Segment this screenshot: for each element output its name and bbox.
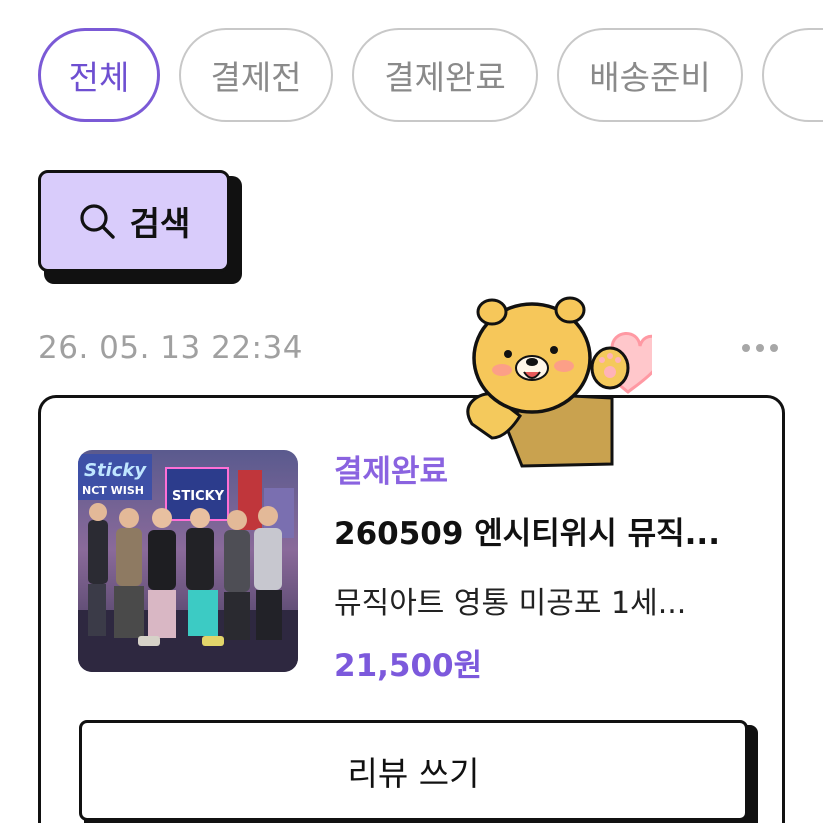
product-price: 21,500원 (334, 648, 483, 684)
more-dot (756, 344, 764, 352)
filter-chip-next[interactable] (762, 28, 823, 122)
search-button-label: 검색 (129, 204, 191, 243)
filter-chip-all[interactable]: 전체 (38, 28, 160, 122)
character-sticker-icon (466, 296, 652, 468)
status-filter-chips: 전체 결제전 결제완료 배송준비 (38, 28, 823, 124)
review-button-face[interactable]: 리뷰 쓰기 (79, 720, 748, 821)
sign-right-text: STICKY (172, 489, 225, 504)
filter-chip-preparing-shipment[interactable]: 배송준비 (557, 28, 743, 122)
filter-chip-payment-complete[interactable]: 결제완료 (352, 28, 538, 122)
order-status: 결제완료 (334, 454, 449, 490)
search-icon (80, 204, 115, 239)
more-horizontal-icon[interactable] (742, 336, 782, 360)
product-thumbnail[interactable]: Sticky NCT WISH STICKY (78, 450, 298, 672)
filter-chip-before-payment[interactable]: 결제전 (179, 28, 333, 122)
write-review-button[interactable]: 리뷰 쓰기 (79, 720, 758, 823)
product-title[interactable]: 260509 엔시티위시 뮤직... (334, 508, 764, 553)
product-subtitle: 뮤직아트 영통 미공포 1세... (334, 586, 687, 621)
search-button[interactable]: 검색 (38, 170, 242, 284)
orders-page: 전체 결제전 결제완료 배송준비 검색 26. 05. 13 22:34 Sti… (0, 0, 823, 823)
more-dot (770, 344, 778, 352)
review-button-label: 리뷰 쓰기 (347, 753, 480, 793)
more-dot (742, 344, 750, 352)
sign-sub-text: NCT WISH (82, 484, 144, 497)
sign-left-text: Sticky (84, 460, 147, 481)
order-timestamp: 26. 05. 13 22:34 (38, 330, 303, 366)
search-button-face[interactable]: 검색 (38, 170, 230, 272)
order-card[interactable]: Sticky NCT WISH STICKY 결제완료 260509 엔시티위시… (38, 395, 785, 823)
product-photo: Sticky NCT WISH STICKY (78, 450, 298, 672)
